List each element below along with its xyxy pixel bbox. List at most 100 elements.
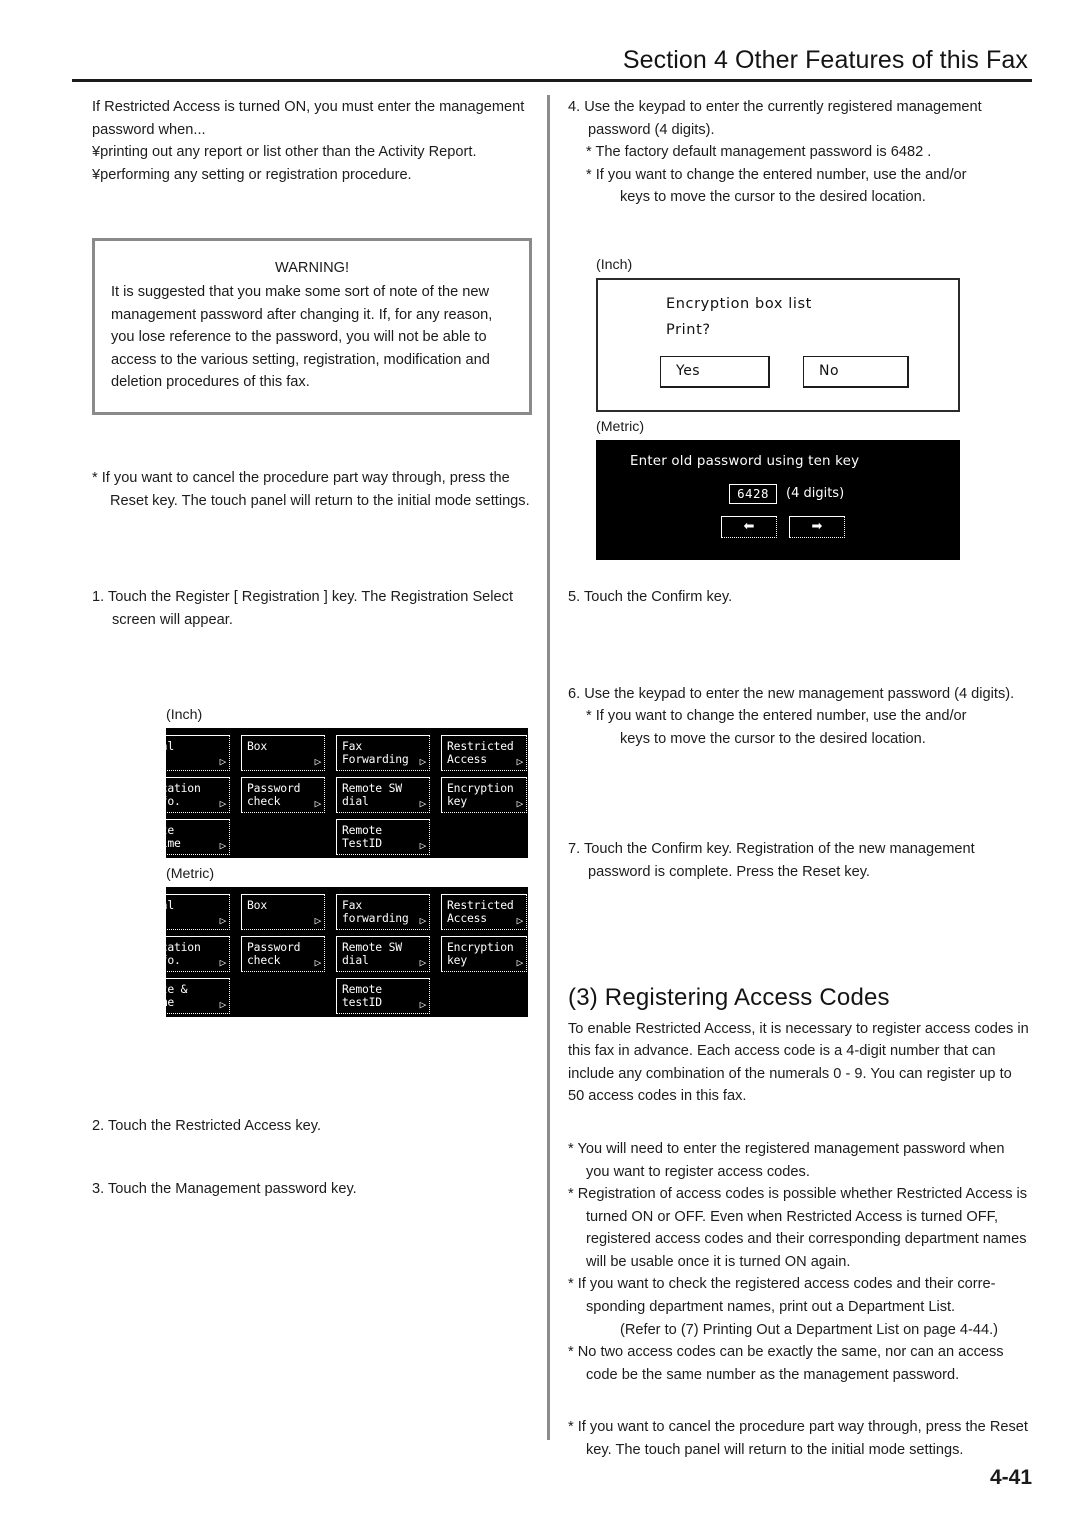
- note-registration-on-off: * Registration of access codes is possib…: [568, 1186, 1028, 1270]
- menu-key-dial[interactable]: ial ▷: [166, 735, 230, 772]
- password-input[interactable]: 6428: [729, 483, 777, 504]
- menu-key-location-info[interactable]: ocation nfo. ▷: [166, 936, 230, 973]
- chevron-right-icon: ▷: [219, 839, 227, 853]
- header-rule: [72, 79, 1032, 82]
- menu-key-fax-forwarding[interactable]: Fax forwarding ▷: [336, 894, 430, 931]
- menu-key-label: Encryption key: [447, 940, 514, 967]
- section-heading: (3) Registering Access Codes: [568, 983, 890, 1011]
- menu-key-label: Restricted Access: [447, 898, 514, 925]
- menu-key-box[interactable]: Box ▷: [241, 894, 325, 931]
- note-department-list-ref: (Refer to (7) Printing Out a Department …: [620, 1321, 998, 1338]
- menu-key-restricted-access[interactable]: Restricted Access ▷: [441, 894, 527, 931]
- menu-key-label: Box: [247, 739, 267, 754]
- arrow-right-icon[interactable]: ➡: [789, 515, 845, 538]
- menu-key-label: Box: [247, 898, 267, 913]
- step-3: 3. Touch the Management password key.: [92, 1180, 357, 1197]
- menu-key-label: ate & ime: [166, 982, 188, 1009]
- figure-registration-inch: (Inch) ial ▷ Box ▷ Fax Forwarding ▷ Restric…: [92, 705, 532, 1018]
- chevron-right-icon: ▷: [219, 914, 227, 928]
- chevron-right-icon: ▷: [219, 956, 227, 970]
- menu-key-label: Password check: [247, 940, 301, 967]
- menu-key-label: Fax Forwarding: [342, 739, 409, 766]
- chevron-right-icon: ▷: [419, 956, 427, 970]
- menu-row: ate & ime ▷ Remote testID ▷: [166, 978, 528, 1017]
- lcd-panel-password-entry[interactable]: Enter old password using ten key 6428 (4…: [596, 439, 960, 560]
- note-cancel-procedure: * If you want to cancel the procedure pa…: [568, 1419, 1028, 1459]
- warning-box: WARNING! It is suggested that you make s…: [92, 238, 532, 415]
- menu-key-empty: [441, 978, 527, 1014]
- note-department-list: * If you want to check the registered ac…: [568, 1276, 996, 1316]
- menu-key-label: Remote testID: [342, 982, 382, 1009]
- page-title: Section 4 Other Features of this Fax: [622, 46, 1028, 74]
- menu-key-empty: [241, 978, 325, 1014]
- menu-key-label: ocation nfo.: [166, 781, 201, 808]
- section-body: To enable Restricted Access, it is neces…: [568, 1020, 1029, 1105]
- menu-key-encryption-key[interactable]: Encryption key ▷: [441, 936, 527, 973]
- step-5: 5. Touch the Confirm key.: [568, 588, 733, 605]
- step-2: 2. Touch the Restricted Access key.: [92, 1118, 322, 1135]
- dialog-question: Print?: [666, 321, 711, 338]
- menu-key-date-time[interactable]: ate & ime ▷: [166, 978, 230, 1015]
- chevron-right-icon: ▷: [314, 755, 322, 769]
- menu-key-dial[interactable]: ial ▷: [166, 894, 230, 931]
- menu-key-date-time[interactable]: ate Time ▷: [166, 819, 230, 856]
- intro-paragraph: If Restricted Access is turned ON, you m…: [92, 99, 525, 138]
- lcd-panel-registration-inch[interactable]: ial ▷ Box ▷ Fax Forwarding ▷ Restricted Acc…: [166, 728, 528, 859]
- right-column: 4. Use the keypad to enter the currently…: [568, 96, 1032, 1462]
- menu-key-remote-testid[interactable]: Remote TestID ▷: [336, 819, 430, 856]
- menu-key-label: Remote SW dial: [342, 940, 402, 967]
- chevron-right-icon: ▷: [419, 839, 427, 853]
- menu-key-box[interactable]: Box ▷: [241, 735, 325, 772]
- step-4: 4. Use the keypad to enter the currently…: [568, 99, 982, 138]
- menu-key-label: Fax forwarding: [342, 898, 409, 925]
- lcd-panel-registration-metric[interactable]: ial ▷ Box ▷ Fax forwarding ▷ Restricted Acc…: [166, 887, 528, 1018]
- menu-key-remote-testid[interactable]: Remote testID ▷: [336, 978, 430, 1015]
- yes-button[interactable]: Yes: [660, 355, 770, 388]
- arrow-left-icon[interactable]: ⬅: [721, 515, 777, 538]
- menu-row: ial ▷ Box ▷ Fax Forwarding ▷ Restricted Acc…: [166, 735, 528, 775]
- column-divider: [547, 95, 550, 1440]
- menu-key-password-check[interactable]: Password check ▷: [241, 936, 325, 973]
- step-6: 6. Use the keypad to enter the new manag…: [568, 685, 1015, 702]
- menu-key-label: Remote SW dial: [342, 781, 402, 808]
- warning-body: It is suggested that you make some sort …: [111, 283, 493, 391]
- menu-key-encryption-key[interactable]: Encryption key ▷: [441, 777, 527, 814]
- menu-key-remote-sw-dial[interactable]: Remote SW dial ▷: [336, 777, 430, 814]
- menu-key-location-info[interactable]: ocation nfo. ▷: [166, 777, 230, 814]
- menu-row: ocation nfo. ▷ Password check ▷ Remote SW …: [166, 777, 528, 817]
- menu-key-label: ocation nfo.: [166, 940, 201, 967]
- chevron-right-icon: ▷: [314, 797, 322, 811]
- chevron-right-icon: ▷: [419, 797, 427, 811]
- warning-title: WARNING!: [274, 260, 350, 277]
- step-4-note-cursor-keys: keys to move the cursor to the desired l…: [620, 189, 926, 206]
- chevron-right-icon: ▷: [219, 797, 227, 811]
- no-button[interactable]: No: [803, 355, 909, 388]
- bullet-performing: ¥performing any setting or registration …: [92, 166, 412, 183]
- menu-key-label: Restricted Access: [447, 739, 514, 766]
- page-header: Section 4 Other Features of this Fax: [72, 46, 1032, 82]
- menu-row: ial ▷ Box ▷ Fax forwarding ▷ Restricted Acc…: [166, 894, 528, 934]
- menu-key-label: ial: [166, 898, 174, 913]
- menu-row: ate Time ▷ Remote TestID ▷: [166, 819, 528, 858]
- menu-key-fax-forwarding[interactable]: Fax Forwarding ▷: [336, 735, 430, 772]
- note-unique-codes: * No two access codes can be exactly the…: [568, 1344, 1004, 1383]
- note-cancel-procedure: * If you want to cancel the procedure pa…: [92, 469, 530, 509]
- lcd-panel-print-confirm[interactable]: Encryption box list Print? Yes No: [596, 277, 960, 412]
- menu-key-label: Encryption key: [447, 781, 514, 808]
- menu-key-label: ial: [166, 739, 174, 754]
- step-4-note-default-password: * The factory default management passwor…: [586, 144, 932, 161]
- chevron-right-icon: ▷: [516, 755, 524, 769]
- step-4-note-change-entry: * If you want to change the entered numb…: [586, 166, 967, 183]
- menu-key-password-check[interactable]: Password check ▷: [241, 777, 325, 814]
- chevron-right-icon: ▷: [419, 914, 427, 928]
- chevron-right-icon: ▷: [219, 755, 227, 769]
- password-digits-hint: (4 digits): [786, 485, 845, 501]
- step-1: 1. Touch the Register [ Registration ] k…: [92, 589, 514, 628]
- chevron-right-icon: ▷: [419, 755, 427, 769]
- menu-key-remote-sw-dial[interactable]: Remote SW dial ▷: [336, 936, 430, 973]
- menu-row: ocation nfo. ▷ Password check ▷ Remote SW …: [166, 936, 528, 976]
- menu-key-restricted-access[interactable]: Restricted Access ▷: [441, 735, 527, 772]
- chevron-right-icon: ▷: [219, 998, 227, 1012]
- chevron-right-icon: ▷: [314, 914, 322, 928]
- caption-inch: (Inch): [166, 707, 203, 724]
